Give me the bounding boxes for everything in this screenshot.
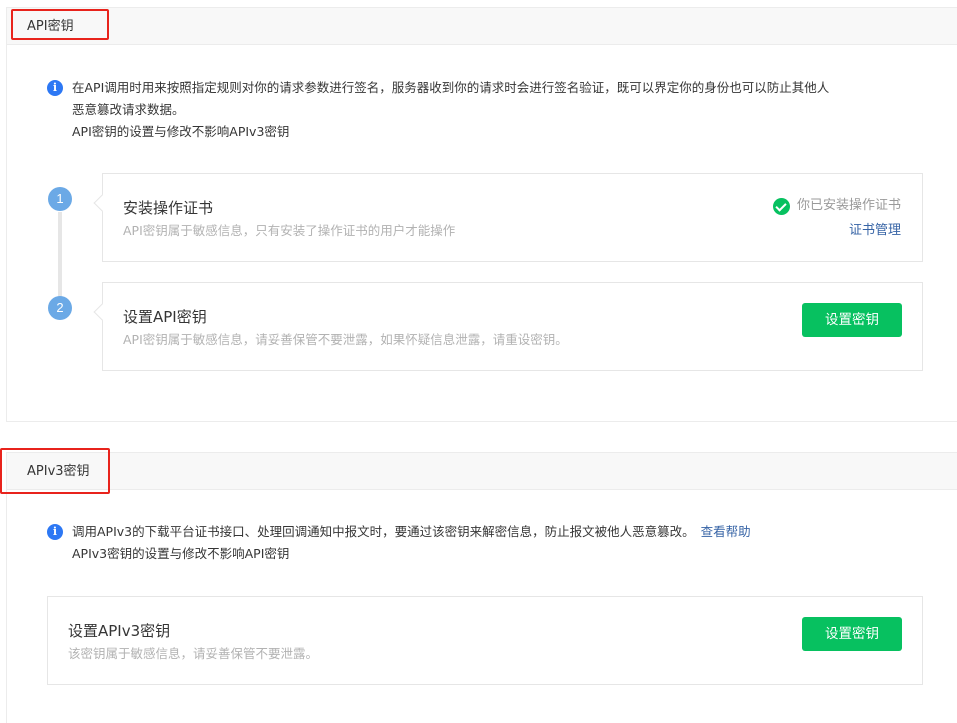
apiv3-key-title-highlight <box>0 448 110 494</box>
api-key-notice-line-1: 在API调用时用来按照指定规则对你的请求参数进行签名，服务器收到你的请求时会进行… <box>72 80 830 95</box>
set-apiv3-key-title: 设置APIv3密钥 <box>68 622 171 640</box>
certificate-status-text: 你已安装操作证书 <box>796 198 901 213</box>
set-api-key-description: API密钥属于敏感信息，请妥善保管不要泄露，如果怀疑信息泄露，请重设密钥。 <box>123 332 568 347</box>
check-circle-icon <box>772 197 790 215</box>
api-key-notice-line-2: 恶意篡改请求数据。 <box>72 102 185 117</box>
install-certificate-title: 安装操作证书 <box>123 199 214 217</box>
api-key-notice-line-3: API密钥的设置与修改不影响APIv3密钥 <box>72 124 290 139</box>
api-key-notice: i 在API调用时用来按照指定规则对你的请求参数进行签名，服务器收到你的请求时会… <box>47 77 927 143</box>
set-api-key-title: 设置API密钥 <box>123 308 207 326</box>
install-certificate-description: API密钥属于敏感信息，只有安装了操作证书的用户才能操作 <box>123 223 456 238</box>
certificate-management-link[interactable]: 证书管理 <box>849 222 901 240</box>
set-apiv3-key-card: 设置APIv3密钥 该密钥属于敏感信息，请妥善保管不要泄露。 设置密钥 <box>47 596 923 685</box>
apiv3-key-notice: i 调用APIv3的下载平台证书接口、处理回调通知中报文时，要通过该密钥来解密信… <box>47 521 927 565</box>
step-1-badge: 1 <box>48 187 72 211</box>
api-key-panel-header: API密钥 <box>7 8 957 45</box>
set-apiv3-key-description: 该密钥属于敏感信息，请妥善保管不要泄露。 <box>68 646 319 661</box>
view-help-link[interactable]: 查看帮助 <box>701 524 751 539</box>
steps-connector <box>58 212 62 302</box>
set-api-key-button[interactable]: 设置密钥 <box>802 303 902 337</box>
set-apiv3-key-button[interactable]: 设置密钥 <box>802 617 902 651</box>
apiv3-key-panel-header: APIv3密钥 <box>7 453 957 490</box>
info-icon: i <box>47 524 63 540</box>
apiv3-notice-line-2: APIv3密钥的设置与修改不影响API密钥 <box>72 546 290 561</box>
certificate-status: 你已安装操作证书 <box>772 196 901 216</box>
step-2-badge: 2 <box>48 296 72 320</box>
set-api-key-card: 设置API密钥 API密钥属于敏感信息，请妥善保管不要泄露，如果怀疑信息泄露，请… <box>93 282 923 371</box>
install-certificate-card: 安装操作证书 API密钥属于敏感信息，只有安装了操作证书的用户才能操作 你已安装… <box>93 173 923 262</box>
api-key-title-highlight <box>11 9 109 40</box>
info-icon: i <box>47 80 63 96</box>
apiv3-notice-line-1: 调用APIv3的下载平台证书接口、处理回调通知中报文时，要通过该密钥来解密信息，… <box>72 524 695 539</box>
